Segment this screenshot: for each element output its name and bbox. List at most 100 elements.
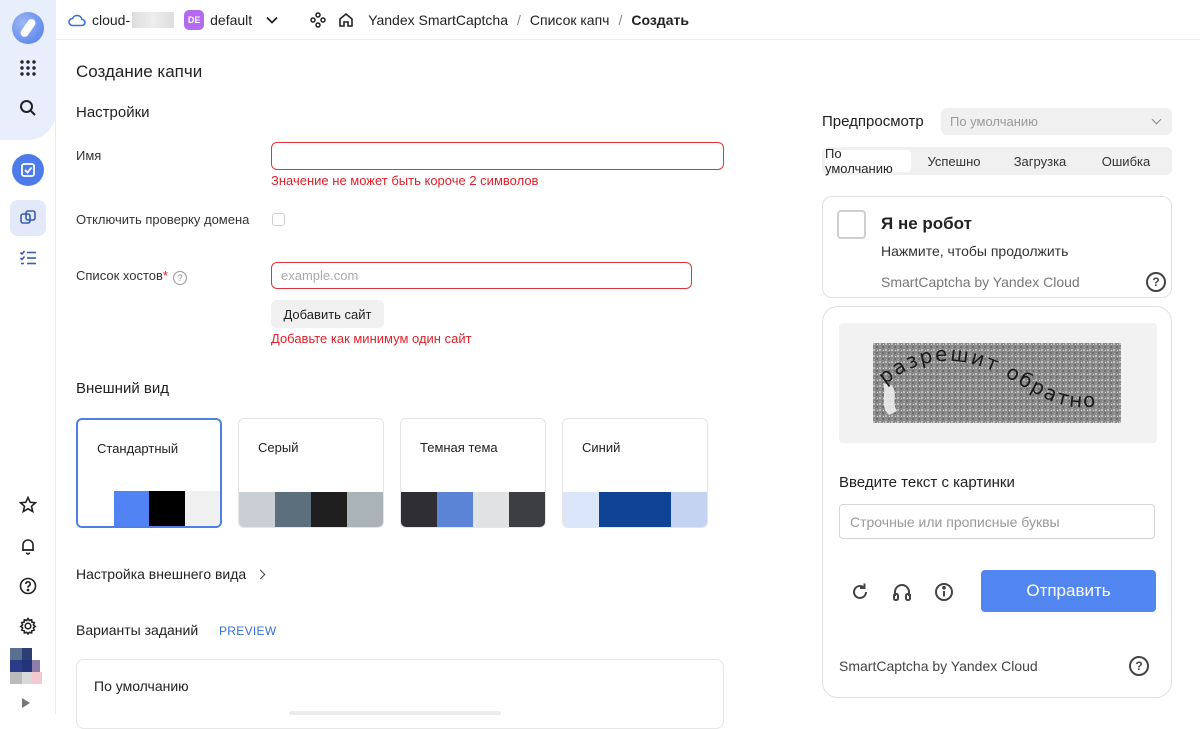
widget-brand: SmartCaptcha by Yandex Cloud <box>881 274 1080 290</box>
robot-checkbox[interactable] <box>837 210 866 239</box>
preview-tab[interactable]: По умолчанию <box>825 146 911 176</box>
folder-name: default <box>210 11 253 28</box>
search-icon <box>20 100 36 116</box>
theme-swatch <box>347 492 383 527</box>
folder-selector[interactable]: DE default <box>174 9 278 30</box>
cloud-name: cloud- <box>92 11 131 28</box>
services-switch-button[interactable] <box>310 11 326 28</box>
breadcrumb-captcha-list[interactable]: Список капч <box>530 12 610 28</box>
left-rail <box>0 0 56 714</box>
name-input[interactable] <box>271 142 724 170</box>
captcha-submit-button[interactable]: Отправить <box>981 570 1156 612</box>
home-icon <box>339 12 353 27</box>
settings-button[interactable] <box>10 608 46 644</box>
theme-swatches <box>401 492 545 527</box>
preview-variant-select[interactable]: По умолчанию <box>941 108 1172 135</box>
captcha-answer-input[interactable]: Строчные или прописные буквы <box>839 504 1155 539</box>
robot-checkbox-title: Я не робот <box>881 214 972 233</box>
chevron-down-icon <box>1151 114 1162 125</box>
cloud-icon <box>68 14 86 26</box>
theme-swatches <box>239 492 383 527</box>
star-icon <box>19 496 37 514</box>
favorites-button[interactable] <box>10 487 46 523</box>
task-variant-title: По умолчанию <box>94 678 189 694</box>
add-site-button[interactable]: Добавить сайт <box>271 300 384 328</box>
gear-icon <box>19 617 37 635</box>
hosts-input[interactable]: example.com <box>271 262 692 289</box>
theme-name: Серый <box>258 440 299 455</box>
theme-swatch <box>78 491 114 526</box>
appearance-settings-expander[interactable]: Настройка внешнего вида <box>76 566 266 582</box>
domain-check-checkbox[interactable] <box>272 213 285 226</box>
captcha-image: разрешит обратно <box>873 343 1121 423</box>
theme-swatch <box>473 492 509 527</box>
search-button[interactable] <box>10 90 46 126</box>
breadcrumb-service[interactable]: Yandex SmartCaptcha <box>368 12 508 28</box>
user-avatar[interactable] <box>10 648 44 686</box>
refresh-icon[interactable] <box>849 581 871 603</box>
theme-swatch <box>311 492 347 527</box>
captcha-list-nav-button[interactable] <box>10 200 46 236</box>
help-button[interactable] <box>10 568 46 604</box>
preview-tab[interactable]: Успешно <box>911 150 997 172</box>
info-icon[interactable] <box>933 581 955 603</box>
widget-help-icon[interactable]: ? <box>1129 656 1149 676</box>
hosts-help-icon[interactable]: ? <box>172 271 187 285</box>
theme-swatch <box>149 491 185 526</box>
theme-card[interactable]: Темная тема <box>400 418 546 528</box>
chevron-down-icon <box>266 16 278 24</box>
widget-brand: SmartCaptcha by Yandex Cloud <box>839 658 1038 674</box>
checkbox-captcha-widget: Я не робот Нажмите, чтобы продолжить Sma… <box>822 196 1172 298</box>
theme-swatch <box>113 491 149 526</box>
name-error-message: Значение не может быть короче 2 символов <box>271 173 539 188</box>
appearance-settings-label: Настройка внешнего вида <box>76 566 247 582</box>
theme-card[interactable]: Серый <box>238 418 384 528</box>
theme-swatch <box>563 492 599 527</box>
breadcrumb: Yandex SmartCaptcha / Список капч / Созд… <box>368 12 689 28</box>
theme-card[interactable]: Синий <box>562 418 708 528</box>
preview-tab[interactable]: Ошибка <box>1083 150 1169 172</box>
theme-swatches <box>78 491 220 526</box>
image-captcha-widget: разрешит обратно Введите текст с картинк… <box>822 306 1172 698</box>
theme-card[interactable]: Стандартный <box>76 418 222 528</box>
preview-state-tabs: По умолчанию Успешно Загрузка Ошибка <box>822 146 1172 176</box>
task-variant-placeholder <box>289 711 501 715</box>
breadcrumb-separator: / <box>618 11 623 28</box>
smartcaptcha-service-button[interactable] <box>10 152 46 188</box>
hosts-label-row: Список хостов*? <box>76 268 187 285</box>
yandex-cloud-logo[interactable] <box>12 12 44 44</box>
appearance-section-title: Внешний вид <box>76 380 169 397</box>
theme-swatch <box>509 492 545 527</box>
theme-swatch <box>671 492 707 527</box>
notifications-button[interactable] <box>10 528 46 564</box>
theme-name: Темная тема <box>420 440 498 455</box>
robot-checkbox-subtitle: Нажмите, чтобы продолжить <box>881 243 1069 259</box>
breadcrumb-current: Создать <box>631 11 689 28</box>
captcha-list-icon <box>20 210 36 224</box>
hosts-label: Список хостов <box>76 268 163 283</box>
chevron-right-icon <box>255 569 266 579</box>
all-services-button[interactable] <box>10 50 46 86</box>
captcha-check-icon <box>21 163 35 177</box>
preview-tab[interactable]: Загрузка <box>997 150 1083 172</box>
cloud-name-redacted <box>132 11 175 28</box>
captcha-image-area: разрешит обратно <box>839 323 1157 443</box>
theme-swatch <box>184 491 220 526</box>
cloud-selector[interactable]: cloud- <box>68 11 175 28</box>
widget-help-icon[interactable]: ? <box>1146 272 1166 292</box>
required-mark: * <box>162 268 168 283</box>
theme-swatch <box>239 492 275 527</box>
collapse-rail-icon[interactable] <box>22 698 30 708</box>
smartcaptcha-app-icon <box>12 154 44 186</box>
home-button[interactable] <box>338 12 354 28</box>
page-title: Создание капчи <box>76 62 203 81</box>
audio-headphones-icon[interactable] <box>891 581 913 603</box>
captcha-prompt: Введите текст с картинки <box>839 474 1015 491</box>
theme-swatches <box>563 492 707 527</box>
theme-swatch <box>401 492 437 527</box>
checklist-icon <box>19 250 36 265</box>
theme-swatch <box>437 492 473 527</box>
services-diamond-icon <box>310 11 326 28</box>
checklist-nav-button[interactable] <box>10 240 46 276</box>
task-variant-card[interactable]: По умолчанию <box>76 659 724 729</box>
